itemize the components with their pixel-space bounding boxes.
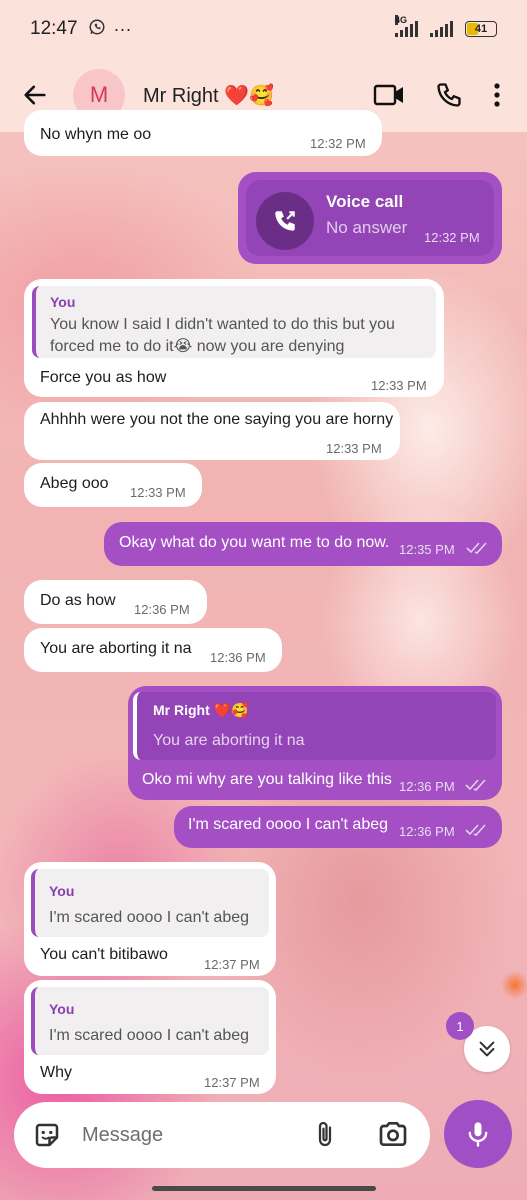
quote-author: You	[50, 294, 76, 310]
message-time: 12:32 PM	[424, 230, 480, 245]
message-incoming-reply[interactable]: You I'm scared oooo I can't abeg Why 12:…	[24, 980, 276, 1094]
message-time: 12:36 PM	[210, 650, 266, 665]
message-time: 12:36 PM	[399, 824, 455, 839]
back-button[interactable]	[15, 75, 55, 115]
signal-icon	[430, 21, 453, 37]
voice-call-button[interactable]	[419, 71, 479, 119]
microphone-icon	[468, 1122, 488, 1147]
message-outgoing[interactable]: Okay what do you want me to do now. 12:3…	[104, 522, 502, 566]
battery-level: 41	[474, 23, 488, 35]
read-receipt-icon	[465, 824, 486, 836]
message-text: Abeg ooo	[40, 475, 109, 492]
home-indicator[interactable]	[152, 1186, 376, 1191]
camera-icon	[379, 1122, 407, 1146]
message-incoming-reply[interactable]: You You know I said I didn't wanted to d…	[24, 279, 444, 397]
quote-author: Mr Right ❤️🥰	[153, 702, 249, 718]
attach-button[interactable]	[310, 1118, 340, 1157]
message-time: 12:33 PM	[371, 378, 427, 393]
message-incoming[interactable]: Abeg ooo 12:33 PM	[24, 463, 202, 507]
voice-call-title: Voice call	[326, 192, 404, 211]
voice-call-status: No answer	[326, 218, 408, 237]
network-type: 4G	[395, 15, 408, 25]
phone-icon	[437, 83, 461, 107]
quote-text: I'm scared oooo I can't abeg	[49, 1027, 250, 1044]
camera-button[interactable]	[376, 1118, 410, 1155]
more-options-button[interactable]	[479, 71, 515, 119]
status-bar: 12:47 ··· 4G 41	[0, 0, 527, 58]
message-text: You are aborting it na	[40, 640, 192, 657]
signal-4g-icon: 4G	[395, 15, 418, 37]
message-time: 12:33 PM	[130, 485, 186, 500]
paperclip-icon	[318, 1121, 332, 1147]
message-outgoing[interactable]: I'm scared oooo I can't abeg 12:36 PM	[174, 806, 502, 848]
message-outgoing-reply[interactable]: Mr Right ❤️🥰 You are aborting it na Oko …	[128, 686, 502, 800]
message-composer	[14, 1102, 430, 1168]
message-text: Ahhhh were you not the one saying you ar…	[40, 411, 394, 428]
missed-call-icon	[256, 192, 314, 250]
message-time: 12:36 PM	[399, 779, 455, 794]
kebab-menu-icon	[494, 83, 500, 107]
quote-text-line2: forced me to do it😭 now you are denying	[50, 338, 345, 355]
message-text: I'm scared oooo I can't abeg	[188, 816, 389, 833]
read-receipt-icon	[465, 779, 486, 791]
whatsapp-icon	[88, 18, 106, 41]
quoted-message[interactable]: You I'm scared oooo I can't abeg	[31, 869, 269, 937]
read-receipt-icon	[466, 542, 487, 554]
double-chevron-down-icon	[479, 1041, 495, 1057]
more-notifications-icon: ···	[113, 18, 132, 39]
message-text: Why	[40, 1064, 72, 1081]
message-incoming[interactable]: Ahhhh were you not the one saying you ar…	[24, 402, 400, 460]
message-incoming[interactable]: No whyn me oo 12:32 PM	[24, 110, 382, 156]
quote-text: I'm scared oooo I can't abeg	[49, 909, 250, 926]
status-time: 12:47	[30, 18, 78, 39]
contact-name[interactable]: Mr Right ❤️🥰	[143, 83, 274, 108]
quoted-message[interactable]: Mr Right ❤️🥰 You are aborting it na	[133, 692, 496, 760]
message-time: 12:33 PM	[326, 441, 382, 456]
quote-author: You	[49, 1001, 75, 1017]
unread-count-badge: 1	[446, 1012, 474, 1040]
message-incoming-reply[interactable]: You I'm scared oooo I can't abeg You can…	[24, 862, 276, 976]
message-incoming[interactable]: Do as how 12:36 PM	[24, 580, 207, 624]
message-text: You can't bitibawo	[40, 946, 168, 963]
message-text: Force you as how	[40, 369, 167, 386]
voice-call-card: Voice call No answer 12:32 PM	[246, 180, 494, 256]
quote-text: You are aborting it na	[153, 732, 305, 749]
voice-call-message[interactable]: Voice call No answer 12:32 PM	[238, 172, 502, 264]
message-time: 12:37 PM	[204, 957, 260, 972]
sticker-icon	[35, 1123, 59, 1147]
message-time: 12:35 PM	[399, 542, 455, 557]
message-input[interactable]	[82, 1116, 302, 1154]
message-time: 12:32 PM	[310, 136, 366, 151]
battery-icon: 41	[465, 21, 497, 37]
quote-text-line1: You know I said I didn't wanted to do th…	[50, 316, 395, 333]
message-text: Do as how	[40, 592, 116, 609]
message-text: Okay what do you want me to do now.	[119, 534, 390, 551]
voice-record-button[interactable]	[444, 1100, 512, 1168]
arrow-left-icon	[24, 85, 46, 105]
quoted-message[interactable]: You You know I said I didn't wanted to d…	[32, 286, 436, 358]
message-time: 12:37 PM	[204, 1075, 260, 1090]
message-text: Oko mi why are you talking like this	[142, 771, 392, 788]
message-incoming[interactable]: You are aborting it na 12:36 PM	[24, 628, 282, 672]
message-text: No whyn me oo	[40, 126, 152, 143]
quoted-message[interactable]: You I'm scared oooo I can't abeg	[31, 987, 269, 1055]
quote-author: You	[49, 883, 75, 899]
video-camera-icon	[373, 84, 403, 106]
sticker-button[interactable]	[32, 1120, 62, 1155]
message-time: 12:36 PM	[134, 602, 190, 617]
